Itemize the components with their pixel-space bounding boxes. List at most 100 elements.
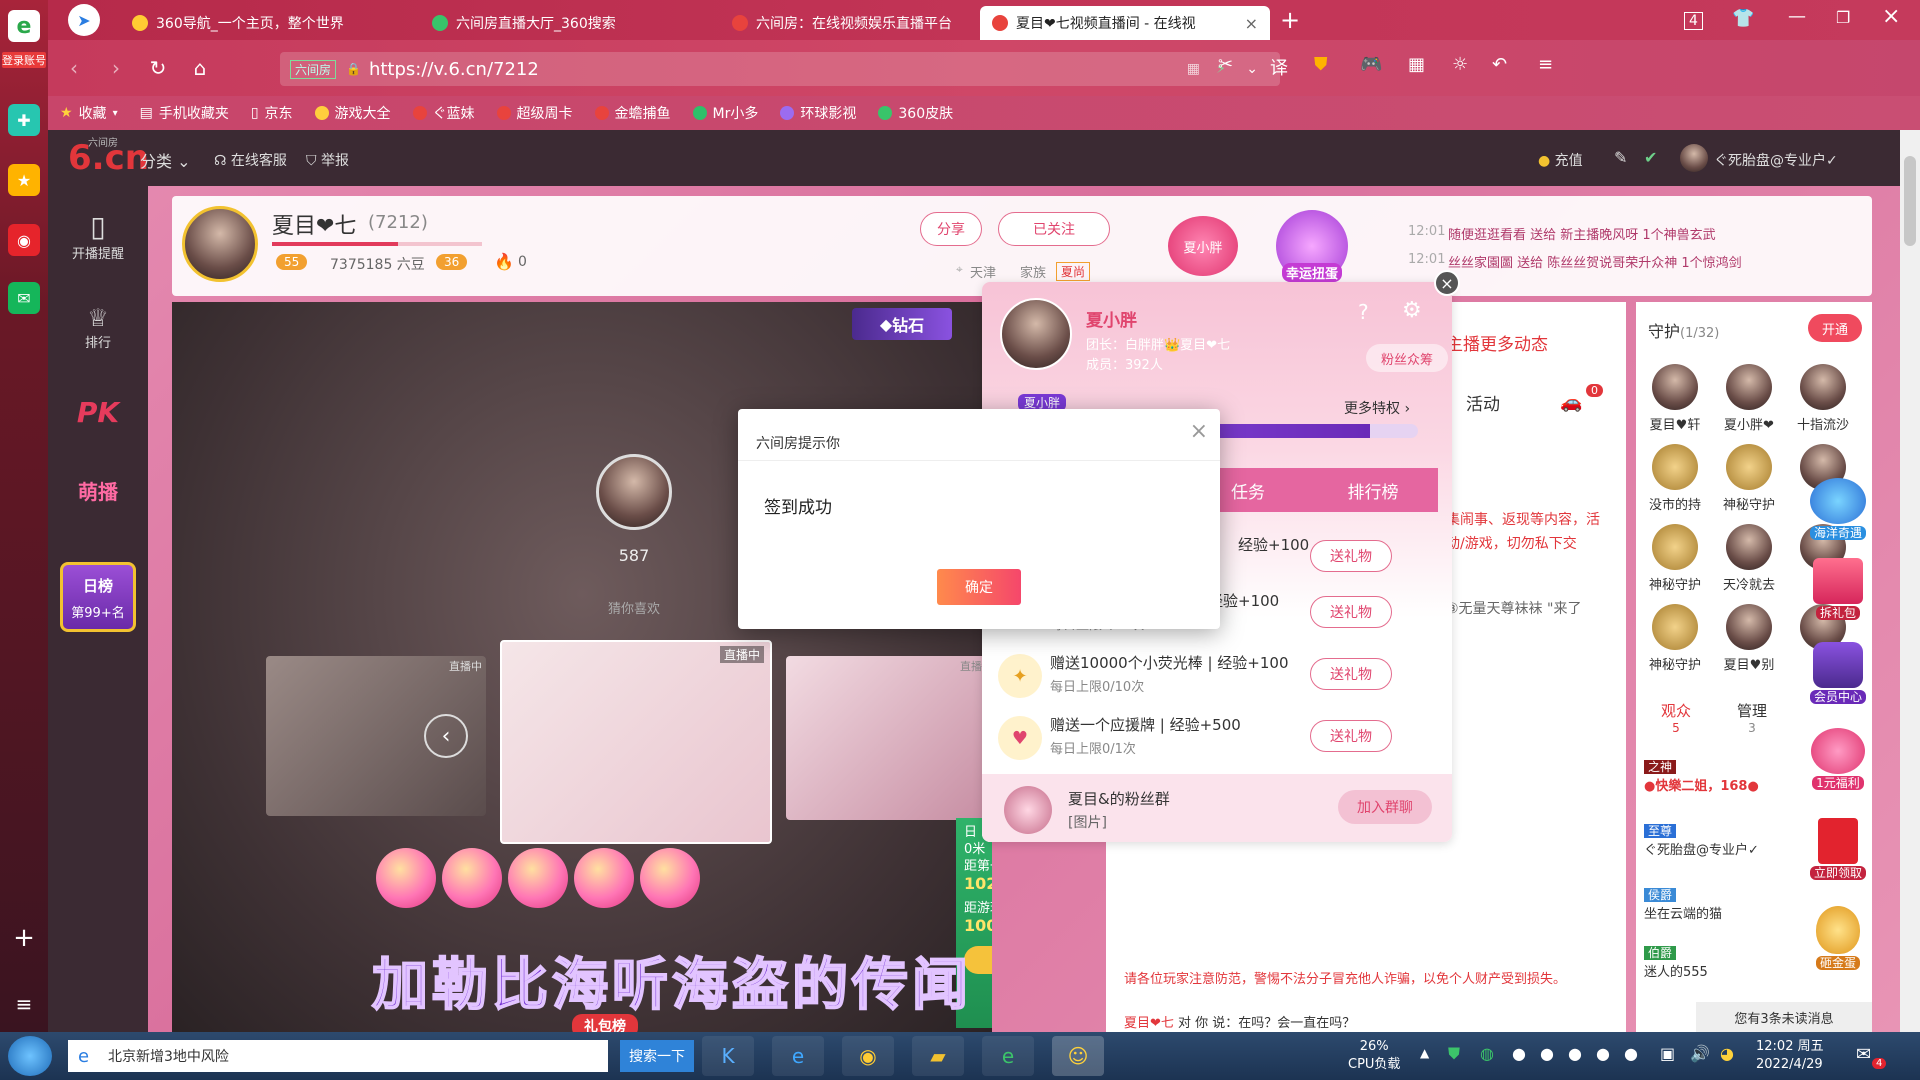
translate-icon[interactable]: 译 [1270, 54, 1288, 80]
promo-gift-pack[interactable]: 拆礼包 [1798, 558, 1878, 628]
game-icon[interactable]: 🎮 [1360, 54, 1382, 75]
online-service-link[interactable]: ☊ 在线客服 [214, 150, 287, 170]
car-icon[interactable]: 🚗 [1560, 392, 1582, 413]
send-gift-button[interactable]: 送礼物 [1310, 720, 1392, 752]
scrollbar-thumb[interactable] [1904, 156, 1916, 246]
undo-icon[interactable]: ↶ [1492, 54, 1507, 75]
audience-row[interactable]: 至尊 ぐ死胎盘@专业户✓ [1644, 822, 1804, 858]
scissors-icon[interactable]: ✂ [1218, 54, 1233, 75]
tab-360nav[interactable]: 360导航_一个主页，整个世界 [120, 6, 420, 40]
check-circle-icon[interactable]: ✔ [1644, 148, 1657, 167]
tray-security-icon[interactable]: ⛊ [1448, 1044, 1460, 1064]
chevron-down-icon[interactable]: ⌄ [1246, 61, 1258, 77]
plus-circle-icon[interactable]: ✚ [8, 104, 40, 136]
browser-logo-icon[interactable]: e [8, 10, 40, 42]
guard-member[interactable]: 神秘守护 [1714, 444, 1784, 513]
bookmark-mrxiaoduo[interactable]: Mr小多 [692, 103, 758, 123]
lucky-egg-button[interactable]: 幸运扭蛋 [1276, 210, 1348, 282]
bookmark-movies[interactable]: 环球影视 [780, 103, 856, 123]
page-scrollbar[interactable] [1900, 130, 1920, 1032]
taskbar-search-input[interactable]: e 北京新增3地中风险 [68, 1040, 608, 1072]
chrome-icon[interactable]: ◉ [842, 1036, 894, 1076]
fan-badge-heart[interactable]: 夏小胖 [1168, 216, 1238, 276]
tray-qq-icon[interactable]: ● [1540, 1044, 1554, 1063]
audience-row[interactable]: 之神 ●快樂二姐，168● [1644, 758, 1784, 794]
login-account-label[interactable]: 登录账号 [2, 52, 46, 68]
bookmark-favorites[interactable]: ★ 收藏 ▾ [60, 103, 118, 123]
guard-member[interactable]: 没市的持 [1640, 444, 1710, 513]
promo-ocean-adventure[interactable]: 海洋奇遇 [1798, 478, 1878, 548]
close-icon[interactable]: × [1190, 419, 1208, 444]
promo-red-envelope[interactable]: 立即领取 [1798, 818, 1878, 888]
bookmark-skin[interactable]: 360皮肤 [878, 103, 953, 123]
more-dynamics-link[interactable]: 主播更多动态 [1446, 330, 1548, 355]
menu-icon[interactable]: ≡ [1538, 54, 1553, 75]
tab-search[interactable]: 六间房直播大厅_360搜索 [420, 6, 720, 40]
cpu-meter[interactable]: 26% CPU负载 [1348, 1038, 1400, 1074]
guard-member[interactable]: 十指流沙 [1788, 364, 1858, 433]
diamond-rank-badge[interactable]: ◆ 钻石 [852, 308, 952, 340]
tray-360-icon[interactable]: ◍ [1480, 1044, 1494, 1063]
taskbar-clock[interactable]: 12:02 周五 2022/4/29 [1756, 1038, 1824, 1074]
more-privileges-link[interactable]: 更多特权 › [1344, 398, 1410, 418]
mengbo-item[interactable]: 萌播 [48, 476, 148, 505]
prev-arrow-icon[interactable]: ‹ [424, 714, 468, 758]
refresh-icon[interactable]: ↻ [144, 54, 172, 82]
recommend-thumb[interactable]: 直播 [786, 656, 986, 820]
forward-icon[interactable]: › [102, 54, 130, 82]
tab-live-room[interactable]: 夏目❤七视频直播间 - 在线视 × [980, 6, 1270, 40]
tray-qq-icon[interactable]: ● [1624, 1044, 1638, 1063]
send-gift-button[interactable]: 送礼物 [1310, 540, 1392, 572]
brightness-icon[interactable]: ☼ [1452, 54, 1468, 75]
tray-qq-icon[interactable]: ● [1568, 1044, 1582, 1063]
join-group-chat-button[interactable]: 加入群聊 [1338, 790, 1432, 824]
k-app-icon[interactable]: K [702, 1036, 754, 1076]
bookmark-jd[interactable]: ▯ 京东 [251, 103, 293, 123]
tray-app-icon[interactable]: ◕ [1720, 1044, 1734, 1063]
taskbar-search-button[interactable]: 搜索一下 [620, 1040, 694, 1072]
offline-anchor-avatar[interactable] [596, 454, 672, 530]
rank-item[interactable]: ♕ 排行 [48, 304, 148, 351]
mail-icon[interactable]: ✉ [8, 282, 40, 314]
edit-icon[interactable]: ✎ [1614, 148, 1627, 167]
guard-member[interactable]: 夏目♥别 [1714, 604, 1784, 673]
guard-member[interactable]: 夏目♥轩 [1640, 364, 1710, 433]
manage-tab[interactable]: 管理 3 [1720, 700, 1784, 735]
bookmark-lanmei[interactable]: ぐ蓝妹 [412, 103, 475, 123]
recharge-link[interactable]: ● 充值 [1538, 150, 1583, 170]
user-avatar[interactable] [1680, 144, 1708, 172]
send-gift-button[interactable]: 送礼物 [1310, 658, 1392, 690]
gear-icon[interactable]: ⚙ [1402, 298, 1422, 323]
activity-tab[interactable]: 活动 [1466, 390, 1500, 415]
start-button[interactable] [8, 1036, 52, 1076]
report-link[interactable]: ⛉ 举报 [306, 150, 349, 170]
address-bar[interactable]: 六间房 🔒 https://v.6.cn/7212 ▦ ⚡ ⌄ [280, 52, 1280, 86]
shirt-skin-icon[interactable]: 👕 [1732, 8, 1754, 29]
star-icon[interactable]: ★ [8, 164, 40, 196]
recommend-thumb-active[interactable]: 直播中 [500, 640, 772, 844]
category-menu[interactable]: 分类 ⌄ [140, 148, 191, 172]
audience-row[interactable]: 伯爵 迷人的555 [1644, 944, 1784, 980]
navigate-icon[interactable]: ➤ [68, 4, 100, 36]
share-button[interactable]: 分享 [920, 212, 982, 246]
guard-member[interactable]: 神秘守护 [1640, 604, 1710, 673]
add-icon[interactable]: + [8, 922, 40, 954]
action-center-icon[interactable]: ✉ [1856, 1044, 1871, 1065]
close-window-icon[interactable]: × [1882, 4, 1900, 29]
guard-member[interactable]: 神秘守护 [1640, 524, 1710, 593]
tab-rank[interactable]: 排行榜 [1308, 468, 1438, 512]
tab-count-icon[interactable]: 4 [1684, 12, 1703, 30]
audience-row[interactable]: 侯爵 坐在云端的猫 [1644, 886, 1784, 922]
360-browser-icon[interactable]: e [982, 1036, 1034, 1076]
grid-icon[interactable]: ▦ [1408, 54, 1425, 75]
tray-expand-icon[interactable]: ▲ [1420, 1046, 1429, 1060]
daily-rank-badge[interactable]: 日榜 第99+名 [60, 562, 136, 632]
tray-qq-icon[interactable]: ● [1596, 1044, 1610, 1063]
confirm-button[interactable]: 确定 [937, 569, 1021, 605]
guard-member[interactable]: 夏小胖❤ [1714, 364, 1784, 433]
game-app-icon[interactable]: ☺ [1052, 1036, 1104, 1076]
explorer-folder-icon[interactable]: ▰ [912, 1036, 964, 1076]
bookmark-mobile[interactable]: ▤ 手机收藏夹 [140, 103, 229, 123]
send-gift-button[interactable]: 送礼物 [1310, 596, 1392, 628]
maximize-icon[interactable]: ❐ [1836, 8, 1850, 27]
